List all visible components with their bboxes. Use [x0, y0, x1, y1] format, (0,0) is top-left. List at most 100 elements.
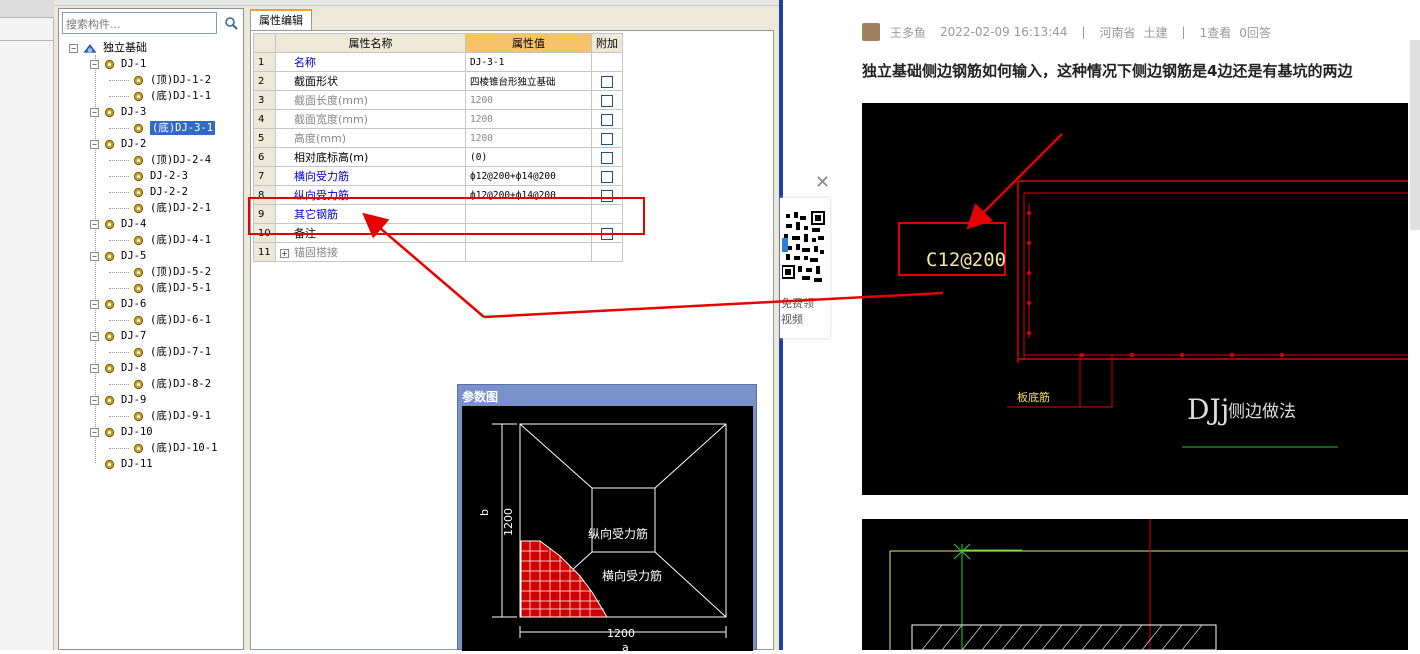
tree-leaf-item[interactable]: (底)DJ-8-2: [109, 377, 211, 391]
row-number: 2: [253, 71, 276, 91]
property-value[interactable]: 四棱锥台形独立基础: [465, 71, 592, 91]
property-name-text: 截面长度(mm): [294, 94, 369, 107]
tree-group-item[interactable]: − DJ-9: [90, 393, 146, 407]
tree-item-label: DJ-10: [121, 426, 153, 438]
attach-checkbox[interactable]: [601, 132, 613, 145]
tree-leaf-item[interactable]: (底)DJ-5-1: [109, 281, 211, 295]
tree-leaf-item[interactable]: DJ-2-2: [109, 185, 188, 199]
tree-group-item[interactable]: − DJ-1: [90, 57, 146, 71]
tree-leaf-item[interactable]: (底)DJ-7-1: [109, 345, 211, 359]
gear-icon: [133, 171, 144, 181]
property-value[interactable]: [465, 242, 592, 262]
tab-property-edit[interactable]: 属性编辑: [250, 9, 312, 30]
tree-leaf-item[interactable]: DJ-2-3: [109, 169, 188, 183]
property-row[interactable]: 3 截面长度(mm) 1200: [253, 90, 623, 110]
tree-item-label: DJ-7: [121, 330, 147, 342]
tree-leaf-item[interactable]: (顶)DJ-2-4: [109, 153, 211, 167]
dim-b-label: b: [478, 509, 491, 516]
tree-group-item[interactable]: − DJ-10: [90, 425, 153, 439]
tree-group-item[interactable]: DJ-11: [90, 457, 153, 471]
tree-leaf-item[interactable]: (底)DJ-4-1: [109, 233, 211, 247]
property-name: + 锚固搭接: [275, 242, 466, 262]
collapse-toggle[interactable]: −: [90, 139, 99, 149]
property-row[interactable]: 7 横向受力筋 ф12@200+ф14@200: [253, 166, 623, 186]
collapse-toggle[interactable]: −: [90, 299, 99, 309]
tree-item-label: (底)DJ-4-1: [150, 234, 212, 246]
property-row[interactable]: 11 + 锚固搭接: [253, 242, 623, 262]
post-category: 土建: [1143, 25, 1168, 40]
property-value[interactable]: (0): [465, 147, 592, 167]
property-value[interactable]: DJ-3-1: [465, 52, 592, 72]
tree-item-label: (底)DJ-3-1: [150, 121, 216, 135]
collapse-toggle[interactable]: −: [90, 331, 99, 341]
tree-group-item[interactable]: − DJ-7: [90, 329, 146, 343]
property-name-text: 名称: [294, 56, 316, 69]
gear-icon: [133, 235, 144, 245]
property-row[interactable]: 5 高度(mm) 1200: [253, 128, 623, 148]
property-row[interactable]: 2 截面形状 四棱锥台形独立基础: [253, 71, 623, 91]
search-icon: [225, 17, 238, 30]
collapse-toggle[interactable]: −: [90, 251, 99, 261]
cad-caption-main: DJj: [1187, 393, 1229, 426]
tree-item-label: DJ-1: [121, 58, 147, 70]
tree-leaf-item[interactable]: (顶)DJ-1-2: [109, 73, 211, 87]
search-input[interactable]: 搜索构件...: [62, 12, 217, 34]
property-name-text: 截面宽度(mm): [294, 113, 369, 126]
tree-group-item[interactable]: − DJ-4: [90, 217, 146, 231]
tree-group-item[interactable]: − DJ-5: [90, 249, 146, 263]
property-value[interactable]: 1200: [465, 90, 592, 110]
attach-checkbox[interactable]: [601, 94, 613, 107]
author-name[interactable]: 王多鱼: [890, 24, 926, 41]
property-value[interactable]: 1200: [465, 128, 592, 148]
collapse-toggle[interactable]: −: [90, 59, 99, 69]
post-region: 河南省: [1099, 25, 1136, 40]
property-row[interactable]: 6 相对底标高(m) (0): [253, 147, 623, 167]
tree-leaf-item[interactable]: (底)DJ-3-1: [109, 121, 216, 135]
property-row[interactable]: 4 截面宽度(mm) 1200: [253, 109, 623, 129]
cad-section-drawing: [889, 519, 1408, 651]
collapse-toggle[interactable]: −: [90, 363, 99, 373]
tree-group-item[interactable]: − DJ-6: [90, 297, 146, 311]
page-scrollbar[interactable]: [1410, 40, 1420, 230]
cad-screenshot-1[interactable]: C12@200 板底筋 DJj 侧边做法: [862, 103, 1408, 495]
tree-item-label: (底)DJ-5-1: [150, 282, 212, 294]
qr-close-button[interactable]: ✕: [815, 172, 830, 193]
property-value[interactable]: ф12@200+ф14@200: [465, 166, 592, 186]
tree-item-label: (顶)DJ-5-2: [150, 266, 212, 278]
collapse-toggle[interactable]: −: [90, 395, 99, 405]
attach-checkbox[interactable]: [601, 170, 613, 183]
row-number: 7: [253, 166, 276, 186]
search-button[interactable]: [220, 12, 242, 34]
attach-checkbox[interactable]: [601, 75, 613, 88]
property-row[interactable]: 1 名称 DJ-3-1: [253, 52, 623, 72]
tree-root[interactable]: − 独立基础: [69, 41, 147, 55]
tree-leaf-item[interactable]: (底)DJ-1-1: [109, 89, 211, 103]
tree-item-label: DJ-9: [121, 394, 147, 406]
property-name: 横向受力筋: [275, 166, 466, 186]
property-value[interactable]: 1200: [465, 109, 592, 129]
tree-group-item[interactable]: − DJ-3: [90, 105, 146, 119]
tree-item-label: DJ-3: [121, 106, 147, 118]
tree-connector: [109, 207, 129, 209]
row-number: 6: [253, 147, 276, 167]
attach-checkbox[interactable]: [601, 151, 613, 164]
gear-icon: [133, 203, 144, 213]
tree-leaf-item[interactable]: (底)DJ-9-1: [109, 409, 211, 423]
tree-item-label: (底)DJ-6-1: [150, 314, 212, 326]
collapse-toggle[interactable]: −: [90, 107, 99, 117]
collapse-toggle[interactable]: −: [90, 219, 99, 229]
cad-screenshot-2[interactable]: [862, 519, 1408, 651]
avatar[interactable]: [862, 23, 880, 41]
tree-leaf-item[interactable]: (底)DJ-6-1: [109, 313, 211, 327]
tree-leaf-item[interactable]: (底)DJ-10-1: [109, 441, 217, 455]
tree-group-item[interactable]: − DJ-2: [90, 137, 146, 151]
expand-toggle[interactable]: +: [280, 249, 289, 258]
tree-leaf-item[interactable]: (底)DJ-2-1: [109, 201, 211, 215]
tree-leaf-item[interactable]: (顶)DJ-5-2: [109, 265, 211, 279]
collapse-toggle[interactable]: −: [90, 427, 99, 437]
collapse-toggle[interactable]: −: [69, 43, 78, 53]
gear-icon: [104, 107, 115, 117]
tree-group-item[interactable]: − DJ-8: [90, 361, 146, 375]
attach-checkbox[interactable]: [601, 113, 613, 126]
tree-connector: [109, 191, 129, 193]
